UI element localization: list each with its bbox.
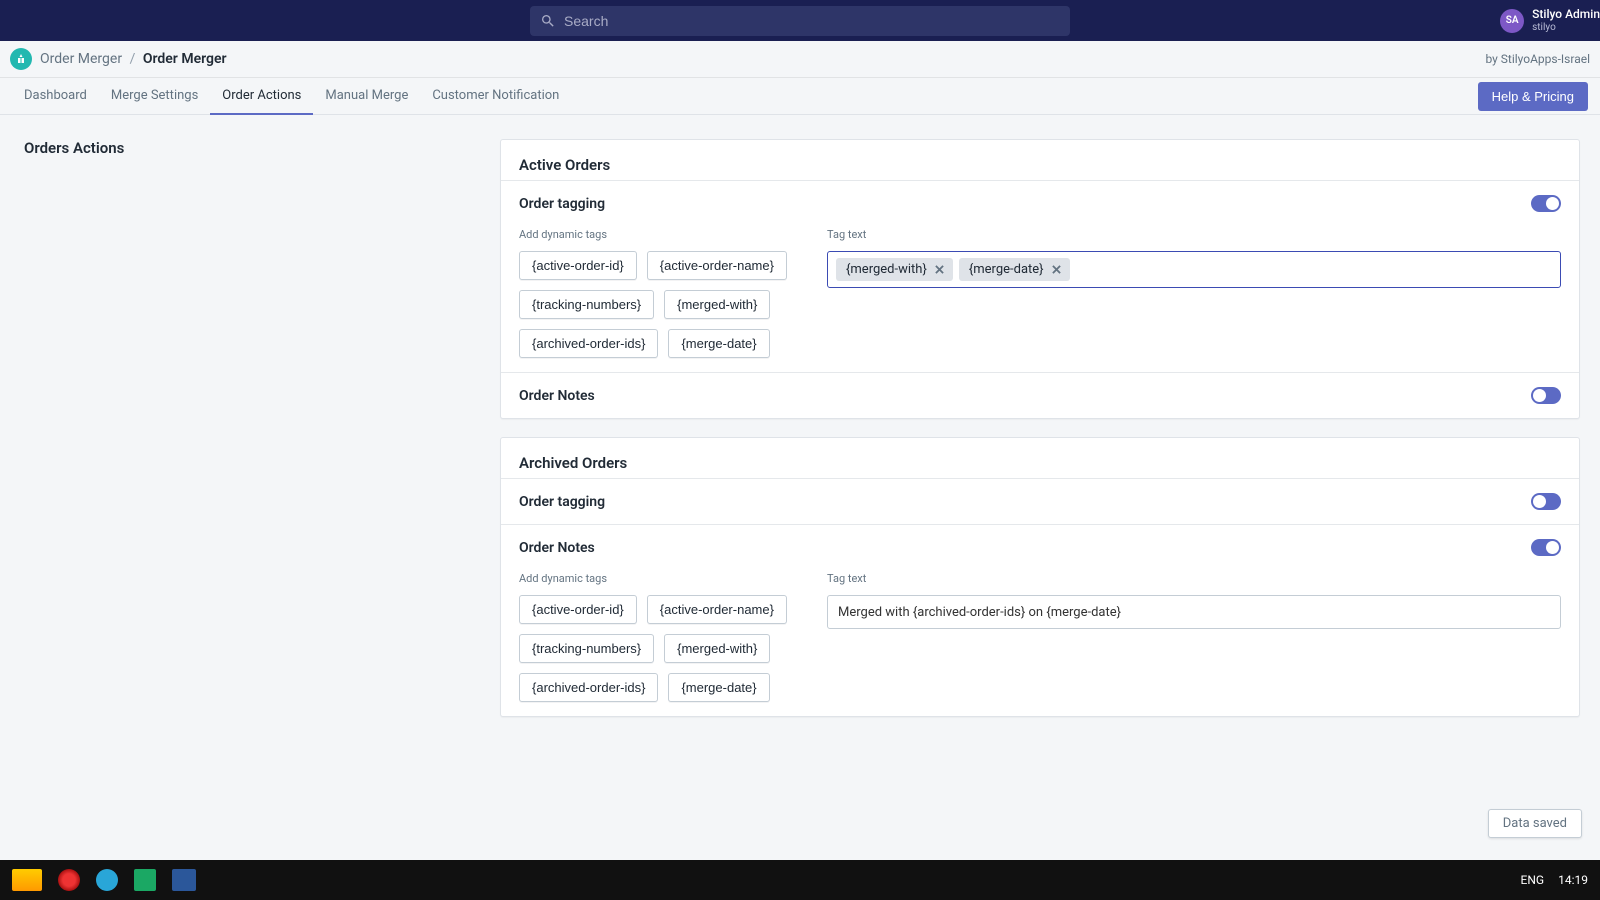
breadcrumb-sep: / <box>130 51 136 67</box>
archived-orders-heading: Archived Orders <box>501 438 1579 478</box>
data-saved-toast: Data saved <box>1488 809 1582 838</box>
tag-btn-active-order-name[interactable]: {active-order-name} <box>647 595 787 624</box>
close-icon[interactable] <box>933 263 947 277</box>
archived-tagging-toggle[interactable] <box>1531 493 1561 510</box>
close-icon[interactable] <box>1050 263 1064 277</box>
archived-tag-text-input[interactable]: Merged with {archived-order-ids} on {mer… <box>827 595 1561 629</box>
avatar: SA <box>1500 9 1524 33</box>
tag-btn-merge-date[interactable]: {merge-date} <box>668 329 769 358</box>
tag-btn-active-order-id[interactable]: {active-order-id} <box>519 251 637 280</box>
taskbar-app-icon[interactable] <box>172 869 196 891</box>
left-column: Orders Actions <box>20 139 480 735</box>
taskbar-app-icon[interactable] <box>12 869 42 891</box>
tabs-row: Dashboard Merge Settings Order Actions M… <box>0 78 1600 115</box>
tag-btn-merged-with[interactable]: {merged-with} <box>664 290 770 319</box>
active-order-tagging-section: Order tagging Add dynamic tags {active-o… <box>501 180 1579 372</box>
tray-time[interactable]: 14:19 <box>1558 873 1588 887</box>
tab-merge-settings[interactable]: Merge Settings <box>99 78 210 115</box>
tag-btn-merge-date[interactable]: {merge-date} <box>668 673 769 702</box>
user-store: stilyo <box>1532 22 1600 33</box>
taskbar-app-icon[interactable] <box>134 869 156 891</box>
user-name: Stilyo Admin <box>1532 8 1600 21</box>
tag-btn-archived-order-ids[interactable]: {archived-order-ids} <box>519 673 658 702</box>
tray-lang[interactable]: ENG <box>1521 873 1545 887</box>
tab-manual-merge[interactable]: Manual Merge <box>313 78 420 115</box>
tab-order-actions[interactable]: Order Actions <box>210 78 313 115</box>
active-orders-card: Active Orders Order tagging Add dynamic … <box>500 139 1580 419</box>
search-input[interactable] <box>564 13 1060 29</box>
active-order-notes-section: Order Notes <box>501 372 1579 418</box>
archived-order-tagging-section: Order tagging <box>501 478 1579 524</box>
breadcrumb-current: Order Merger <box>143 51 227 67</box>
archived-add-tags-label: Add dynamic tags <box>519 572 799 585</box>
tag-btn-active-order-id[interactable]: {active-order-id} <box>519 595 637 624</box>
archived-tagging-title: Order tagging <box>519 494 605 510</box>
tag-btn-active-order-name[interactable]: {active-order-name} <box>647 251 787 280</box>
active-notes-toggle[interactable] <box>1531 387 1561 404</box>
tag-btn-tracking-numbers[interactable]: {tracking-numbers} <box>519 634 654 663</box>
breadcrumb: Order Merger / Order Merger <box>40 51 227 67</box>
tag-btn-merged-with[interactable]: {merged-with} <box>664 634 770 663</box>
active-notes-title: Order Notes <box>519 388 595 404</box>
active-tagging-title: Order tagging <box>519 196 605 212</box>
taskbar-app-icon[interactable] <box>58 869 80 891</box>
top-bar: SA Stilyo Admin stilyo <box>0 0 1600 41</box>
active-add-tags-label: Add dynamic tags <box>519 228 799 241</box>
tab-customer-notification[interactable]: Customer Notification <box>420 78 571 115</box>
archived-order-notes-section: Order Notes Add dynamic tags {active-ord… <box>501 524 1579 716</box>
search-icon <box>540 13 556 29</box>
archived-notes-title: Order Notes <box>519 540 595 556</box>
chip-label: {merged-with} <box>846 262 927 277</box>
content: Orders Actions Active Orders Order taggi… <box>0 115 1600 759</box>
byline: by StilyoApps-Israel <box>1485 52 1590 66</box>
archived-tag-buttons: {active-order-id} {active-order-name} {t… <box>519 595 799 702</box>
breadcrumb-bar: Order Merger / Order Merger by StilyoApp… <box>0 41 1600 78</box>
active-tag-buttons: {active-order-id} {active-order-name} {t… <box>519 251 799 358</box>
user-menu[interactable]: SA Stilyo Admin stilyo <box>1500 8 1600 32</box>
breadcrumb-app[interactable]: Order Merger <box>40 51 122 67</box>
archived-orders-card: Archived Orders Order tagging Order Note… <box>500 437 1580 717</box>
chip-merged-with: {merged-with} <box>836 258 953 281</box>
system-tray[interactable]: ENG 14:19 <box>1521 873 1588 887</box>
archived-notes-toggle[interactable] <box>1531 539 1561 556</box>
active-tagging-toggle[interactable] <box>1531 195 1561 212</box>
active-tag-text-label: Tag text <box>827 228 1561 241</box>
taskbar-app-icon[interactable] <box>96 869 118 891</box>
search-box[interactable] <box>530 6 1070 36</box>
right-column: Active Orders Order tagging Add dynamic … <box>500 139 1580 735</box>
help-pricing-button[interactable]: Help & Pricing <box>1478 82 1588 111</box>
chip-merge-date: {merge-date} <box>959 258 1070 281</box>
active-tag-text-input[interactable]: {merged-with} {merge-date} <box>827 251 1561 288</box>
windows-taskbar[interactable]: ENG 14:19 <box>0 860 1600 900</box>
tag-btn-tracking-numbers[interactable]: {tracking-numbers} <box>519 290 654 319</box>
chip-label: {merge-date} <box>969 262 1044 277</box>
tab-dashboard[interactable]: Dashboard <box>12 78 99 115</box>
archived-tag-text-label: Tag text <box>827 572 1561 585</box>
tag-btn-archived-order-ids[interactable]: {archived-order-ids} <box>519 329 658 358</box>
app-icon <box>10 48 32 70</box>
active-orders-heading: Active Orders <box>501 140 1579 180</box>
page-title: Orders Actions <box>24 139 480 157</box>
